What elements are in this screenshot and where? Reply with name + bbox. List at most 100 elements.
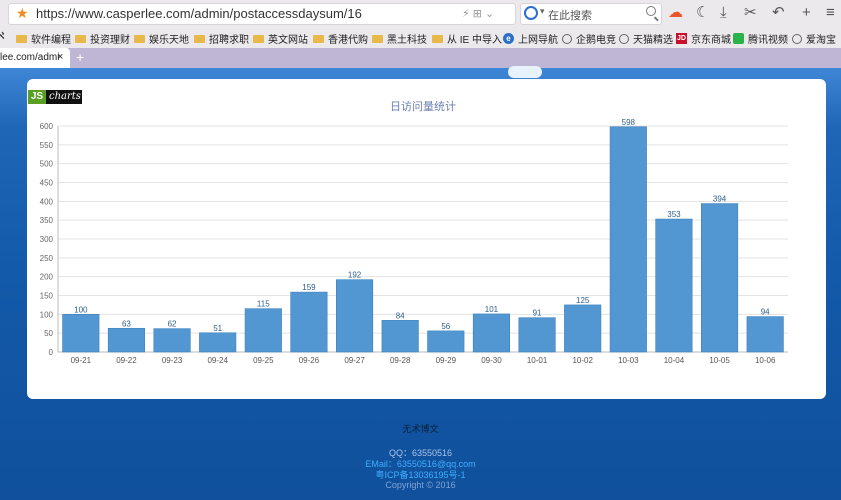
bar-value-label: 63	[122, 319, 131, 328]
y-tick-label: 100	[40, 310, 54, 319]
bookmark-item[interactable]: 英文网站	[253, 31, 308, 46]
bar	[107, 327, 145, 353]
bookmark-item[interactable]: 娱乐天地	[134, 31, 189, 46]
folder-icon	[372, 34, 383, 43]
search-icon[interactable]	[646, 6, 656, 16]
bar-value-label: 56	[441, 322, 450, 331]
x-tick-label: 10-04	[664, 356, 685, 365]
x-tick-label: 10-02	[572, 356, 593, 365]
bar	[746, 316, 784, 353]
globe-icon	[792, 33, 802, 44]
bookmarks-bar: ℵ 软件编程 投资理财 娱乐天地 招聘求职 英文网站 香港代购 黑土科技 从 I…	[0, 28, 841, 48]
x-tick-label: 09-28	[390, 356, 411, 365]
chevron-down-icon[interactable]: ▾	[540, 6, 545, 17]
bar	[472, 313, 510, 353]
folder-icon	[313, 34, 324, 43]
search-input[interactable]: 在此搜索	[548, 7, 592, 23]
scissors-icon[interactable]: ✂	[744, 5, 757, 21]
logo-charts: charts	[49, 91, 81, 102]
bookmark-overflow[interactable]: ℵ	[0, 31, 4, 42]
bookmark-item[interactable]: 天猫精选	[619, 31, 673, 46]
jscharts-logo: JS charts	[28, 90, 82, 104]
bookmark-item[interactable]: 爱淘宝	[792, 31, 836, 46]
bar-value-label: 192	[348, 271, 362, 280]
bar	[518, 317, 556, 353]
close-icon[interactable]: ×	[57, 51, 63, 63]
x-tick-label: 09-27	[344, 356, 365, 365]
y-tick-label: 300	[40, 235, 54, 244]
globe-icon	[562, 33, 572, 44]
bookmark-item[interactable]: 香港代购	[313, 31, 368, 46]
x-tick-label: 09-22	[116, 356, 137, 365]
url-text[interactable]: https://www.casperlee.com/admin/postacce…	[36, 6, 362, 21]
bar	[244, 308, 282, 353]
y-tick-label: 250	[40, 254, 54, 263]
folder-icon	[134, 34, 145, 43]
addr-action-icons[interactable]: ⚡ ⊞ ⌄	[462, 7, 494, 20]
night-mode-icon[interactable]: ☾	[696, 5, 709, 21]
x-tick-label: 09-29	[436, 356, 457, 365]
bar-value-label: 94	[761, 308, 770, 317]
search-engine-icon[interactable]	[524, 6, 538, 20]
x-tick-label: 09-26	[299, 356, 320, 365]
y-tick-label: 400	[40, 197, 54, 206]
new-tab-button[interactable]: +	[76, 49, 84, 65]
bookmark-item[interactable]: 投资理财	[75, 31, 130, 46]
bar-value-label: 101	[485, 305, 499, 314]
bookmark-item[interactable]: 招聘求职	[194, 31, 249, 46]
x-tick-label: 09-30	[481, 356, 502, 365]
folder-icon	[16, 34, 27, 43]
y-tick-label: 500	[40, 160, 54, 169]
y-tick-label: 150	[40, 292, 54, 301]
y-tick-label: 200	[40, 273, 54, 282]
bookmark-star-icon[interactable]: ★	[16, 6, 30, 20]
tab-strip: lee.com/admi × +	[0, 48, 841, 68]
tab-active[interactable]: lee.com/admi ×	[0, 48, 70, 68]
download-icon[interactable]: ⤓	[720, 5, 727, 21]
y-tick-label: 0	[49, 348, 54, 357]
globe-icon	[619, 33, 629, 44]
ie-icon: e	[503, 33, 514, 44]
x-tick-label: 09-23	[162, 356, 183, 365]
y-tick-label: 600	[40, 122, 54, 131]
x-tick-label: 10-03	[618, 356, 639, 365]
bar-value-label: 394	[713, 195, 727, 204]
folder-icon	[253, 34, 264, 43]
bar	[427, 330, 465, 353]
y-tick-label: 50	[44, 329, 53, 338]
bar	[564, 304, 602, 353]
tab-title: lee.com/admi	[0, 52, 60, 63]
bookmark-item[interactable]: 腾讯视频	[733, 31, 788, 46]
x-tick-label: 09-25	[253, 356, 274, 365]
footer-copyright: Copyright © 2016	[385, 480, 456, 490]
bookmark-item[interactable]: 软件编程	[16, 31, 71, 46]
x-tick-label: 10-01	[527, 356, 548, 365]
x-tick-label: 09-21	[71, 356, 92, 365]
bookmark-item[interactable]: JD 京东商城	[676, 31, 731, 46]
footer-title: 无术博文	[402, 424, 439, 434]
add-icon[interactable]: +	[802, 5, 811, 21]
y-tick-label: 550	[40, 141, 54, 150]
undo-icon[interactable]: ↶	[772, 5, 785, 21]
bookmark-item[interactable]: 黑土科技	[372, 31, 427, 46]
y-tick-label: 350	[40, 216, 54, 225]
menu-icon[interactable]: ≡	[826, 5, 835, 21]
bar	[62, 314, 100, 353]
bar	[153, 328, 191, 353]
bar	[336, 279, 374, 353]
extension-icon[interactable]: ☁	[668, 5, 683, 21]
cloud-decoration	[508, 66, 542, 78]
logo-js: JS	[28, 90, 46, 104]
bookmark-item[interactable]: 从 IE 中导入	[432, 31, 502, 46]
bar-value-label: 51	[213, 324, 222, 333]
bar	[381, 320, 419, 353]
bar-value-label: 159	[302, 283, 316, 292]
bar-value-label: 62	[168, 320, 177, 329]
bookmark-item[interactable]: 企鹅电竞	[562, 31, 616, 46]
bookmark-item[interactable]: e 上网导航	[503, 31, 558, 46]
bar	[701, 203, 739, 353]
chart-card: 日访问量统计 0 50 100 150 200 250 300 350 400 450 500 550 6…	[27, 79, 826, 399]
x-tick-label: 10-06	[755, 356, 776, 365]
bar-value-label: 91	[533, 309, 542, 318]
bar	[199, 332, 237, 353]
